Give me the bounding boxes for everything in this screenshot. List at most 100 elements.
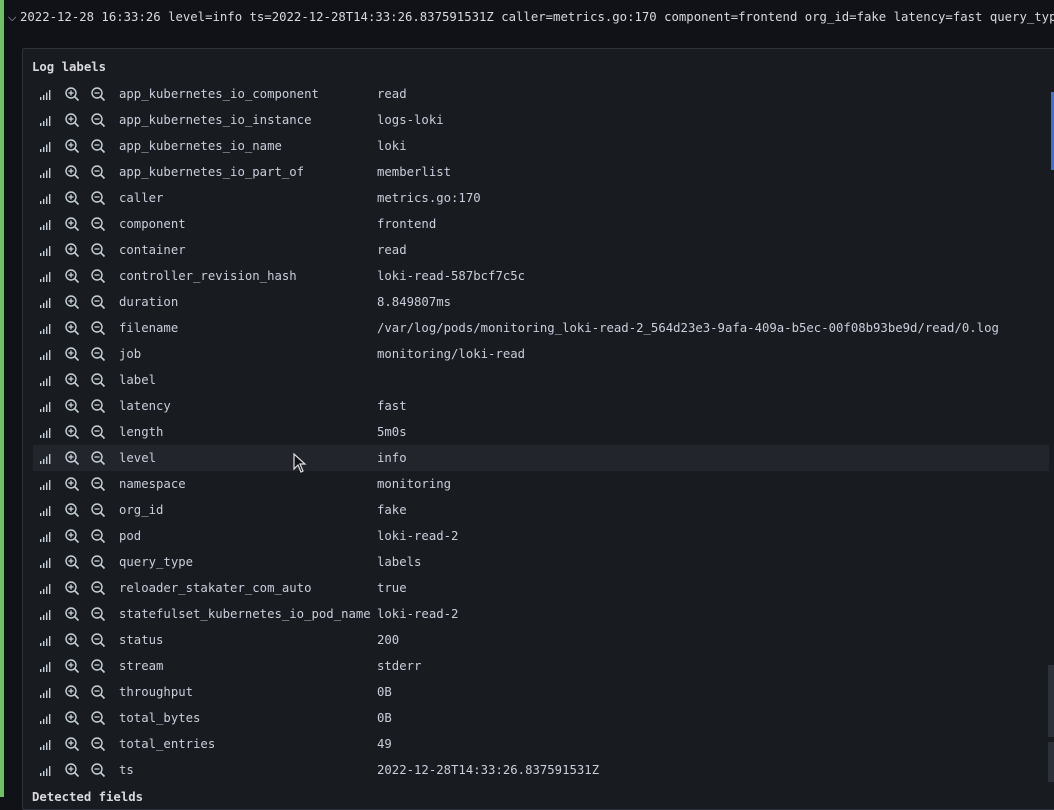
table-row: org_id fake — [33, 497, 1049, 523]
zoom-out-icon[interactable] — [90, 658, 106, 674]
zoom-out-icon[interactable] — [90, 762, 106, 778]
zoom-out-icon[interactable] — [90, 606, 106, 622]
zoom-in-icon[interactable] — [64, 554, 80, 570]
zoom-in-icon[interactable] — [64, 762, 80, 778]
label-key: reloader_stakater_com_auto — [119, 581, 312, 595]
zoom-in-icon[interactable] — [64, 216, 80, 232]
label-value: memberlist — [377, 165, 452, 179]
zoom-out-icon[interactable] — [90, 554, 106, 570]
label-key: app_kubernetes_io_component — [119, 87, 319, 101]
label-key: container — [119, 243, 186, 257]
chevron-down-icon[interactable]: ⌵ — [8, 11, 20, 25]
signal-bars-icon[interactable] — [37, 190, 53, 206]
zoom-in-icon[interactable] — [64, 424, 80, 440]
zoom-in-icon[interactable] — [64, 606, 80, 622]
zoom-out-icon[interactable] — [90, 320, 106, 336]
signal-bars-icon[interactable] — [37, 372, 53, 388]
zoom-out-icon[interactable] — [90, 112, 106, 128]
zoom-in-icon[interactable] — [64, 372, 80, 388]
signal-bars-icon[interactable] — [37, 424, 53, 440]
signal-bars-icon[interactable] — [37, 580, 53, 596]
table-row: label — [33, 367, 1049, 393]
zoom-in-icon[interactable] — [64, 242, 80, 258]
zoom-out-icon[interactable] — [90, 684, 106, 700]
label-value: 200 — [377, 633, 400, 647]
zoom-in-icon[interactable] — [64, 346, 80, 362]
zoom-out-icon[interactable] — [90, 476, 106, 492]
zoom-out-icon[interactable] — [90, 710, 106, 726]
signal-bars-icon[interactable] — [37, 476, 53, 492]
label-value: loki — [377, 139, 407, 153]
signal-bars-icon[interactable] — [37, 658, 53, 674]
signal-bars-icon[interactable] — [37, 242, 53, 258]
signal-bars-icon[interactable] — [37, 606, 53, 622]
zoom-in-icon[interactable] — [64, 190, 80, 206]
zoom-out-icon[interactable] — [90, 736, 106, 752]
zoom-out-icon[interactable] — [90, 528, 106, 544]
zoom-out-icon[interactable] — [90, 190, 106, 206]
signal-bars-icon[interactable] — [37, 268, 53, 284]
signal-bars-icon[interactable] — [37, 320, 53, 336]
zoom-out-icon[interactable] — [90, 424, 106, 440]
zoom-out-icon[interactable] — [90, 268, 106, 284]
zoom-in-icon[interactable] — [64, 398, 80, 414]
label-value: loki-read-2 — [377, 529, 459, 543]
zoom-in-icon[interactable] — [64, 580, 80, 596]
zoom-out-icon[interactable] — [90, 398, 106, 414]
signal-bars-icon[interactable] — [37, 86, 53, 102]
zoom-in-icon[interactable] — [64, 86, 80, 102]
signal-bars-icon[interactable] — [37, 450, 53, 466]
label-value: fake — [377, 503, 407, 517]
signal-bars-icon[interactable] — [37, 710, 53, 726]
signal-bars-icon[interactable] — [37, 398, 53, 414]
signal-bars-icon[interactable] — [37, 762, 53, 778]
signal-bars-icon[interactable] — [37, 684, 53, 700]
log-row[interactable]: ⌵ 2022-12-28 16:33:26 level=info ts=2022-… — [8, 10, 1054, 28]
signal-bars-icon[interactable] — [37, 736, 53, 752]
table-row: total_entries 49 — [33, 731, 1049, 757]
zoom-out-icon[interactable] — [90, 346, 106, 362]
label-key: filename — [119, 321, 179, 335]
zoom-out-icon[interactable] — [90, 372, 106, 388]
signal-bars-icon[interactable] — [37, 216, 53, 232]
zoom-in-icon[interactable] — [64, 138, 80, 154]
signal-bars-icon[interactable] — [37, 112, 53, 128]
zoom-in-icon[interactable] — [64, 528, 80, 544]
zoom-in-icon[interactable] — [64, 112, 80, 128]
zoom-out-icon[interactable] — [90, 86, 106, 102]
zoom-in-icon[interactable] — [64, 450, 80, 466]
signal-bars-icon[interactable] — [37, 632, 53, 648]
zoom-in-icon[interactable] — [64, 632, 80, 648]
zoom-out-icon[interactable] — [90, 632, 106, 648]
zoom-out-icon[interactable] — [90, 138, 106, 154]
label-value: labels — [377, 555, 422, 569]
zoom-out-icon[interactable] — [90, 294, 106, 310]
zoom-in-icon[interactable] — [64, 658, 80, 674]
signal-bars-icon[interactable] — [37, 554, 53, 570]
zoom-out-icon[interactable] — [90, 242, 106, 258]
label-key: query_type — [119, 555, 194, 569]
signal-bars-icon[interactable] — [37, 138, 53, 154]
label-key: app_kubernetes_io_part_of — [119, 165, 305, 179]
zoom-in-icon[interactable] — [64, 164, 80, 180]
table-row: reloader_stakater_com_auto true — [33, 575, 1049, 601]
signal-bars-icon[interactable] — [37, 294, 53, 310]
zoom-out-icon[interactable] — [90, 502, 106, 518]
zoom-in-icon[interactable] — [64, 736, 80, 752]
zoom-in-icon[interactable] — [64, 684, 80, 700]
zoom-in-icon[interactable] — [64, 710, 80, 726]
zoom-in-icon[interactable] — [64, 502, 80, 518]
label-key: label — [119, 373, 157, 387]
zoom-out-icon[interactable] — [90, 580, 106, 596]
zoom-in-icon[interactable] — [64, 294, 80, 310]
zoom-out-icon[interactable] — [90, 450, 106, 466]
zoom-out-icon[interactable] — [90, 216, 106, 232]
signal-bars-icon[interactable] — [37, 528, 53, 544]
zoom-in-icon[interactable] — [64, 320, 80, 336]
zoom-out-icon[interactable] — [90, 164, 106, 180]
signal-bars-icon[interactable] — [37, 502, 53, 518]
zoom-in-icon[interactable] — [64, 476, 80, 492]
signal-bars-icon[interactable] — [37, 346, 53, 362]
signal-bars-icon[interactable] — [37, 164, 53, 180]
zoom-in-icon[interactable] — [64, 268, 80, 284]
